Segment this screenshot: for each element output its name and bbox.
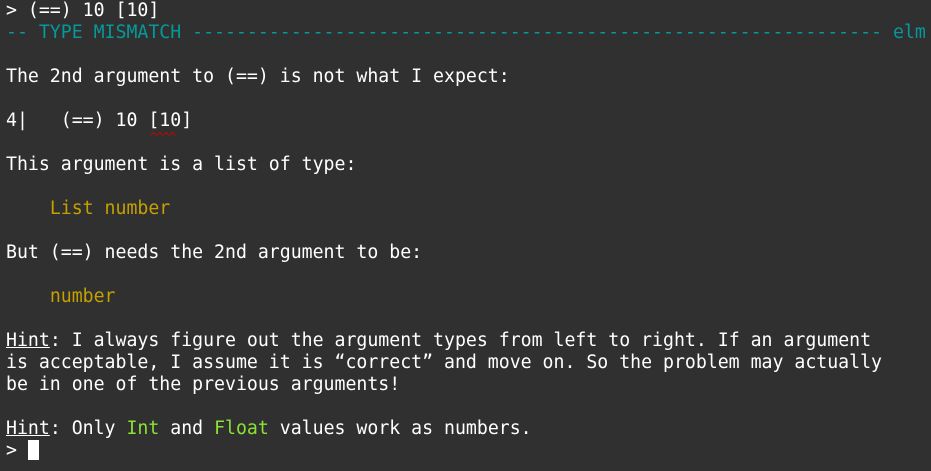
- hint-label: Hint: [6, 418, 50, 439]
- repl-prompt: >: [6, 440, 28, 461]
- text-cursor[interactable]: [27, 440, 39, 460]
- repl-input-line: > (==) 10 [10]: [6, 0, 160, 21]
- type-float: Float: [214, 418, 269, 439]
- error-underline: ^^^^: [150, 130, 176, 144]
- code-line-number: 4|: [6, 110, 28, 131]
- expect-description: But (==) needs the 2nd argument to be:: [6, 242, 423, 263]
- error-tag: elm: [892, 22, 926, 43]
- hint-text: and: [159, 418, 215, 439]
- expected-type-line: number: [6, 286, 931, 308]
- error-intro: The 2nd argument to (==) is not what I e…: [6, 66, 510, 87]
- code-text: (==) 10: [27, 110, 149, 131]
- type-int: Int: [126, 418, 160, 439]
- error-title: -- TYPE MISMATCH -----------------------…: [6, 22, 882, 43]
- hint-text: : Only: [49, 418, 127, 439]
- repl-prompt-line[interactable]: >: [6, 440, 931, 462]
- hint-text: : I always figure out the argument types…: [49, 330, 872, 351]
- hint-label: Hint: [6, 330, 50, 351]
- error-header: -- TYPE MISMATCH -----------------------…: [6, 22, 931, 44]
- arg-description: This argument is a list of type:: [6, 154, 357, 175]
- hint-numbers-line: Hint: Only Int and Float values work as …: [6, 418, 931, 440]
- hint-text: values work as numbers.: [268, 418, 532, 439]
- code-highlight: [10]: [148, 110, 193, 131]
- code-snippet: 4| (==) 10 [10]: [6, 110, 931, 132]
- hint-line-3: be in one of the previous arguments!: [6, 374, 401, 395]
- expected-type: number: [49, 286, 116, 307]
- hint-line-2: is acceptable, I assume it is “correct” …: [6, 352, 882, 373]
- terminal-window[interactable]: > (==) 10 [10] -- TYPE MISMATCH --------…: [0, 0, 931, 471]
- hint-line-1: Hint: I always figure out the argument t…: [6, 330, 931, 352]
- actual-type-line: List number: [6, 198, 931, 220]
- actual-type: List number: [49, 198, 171, 219]
